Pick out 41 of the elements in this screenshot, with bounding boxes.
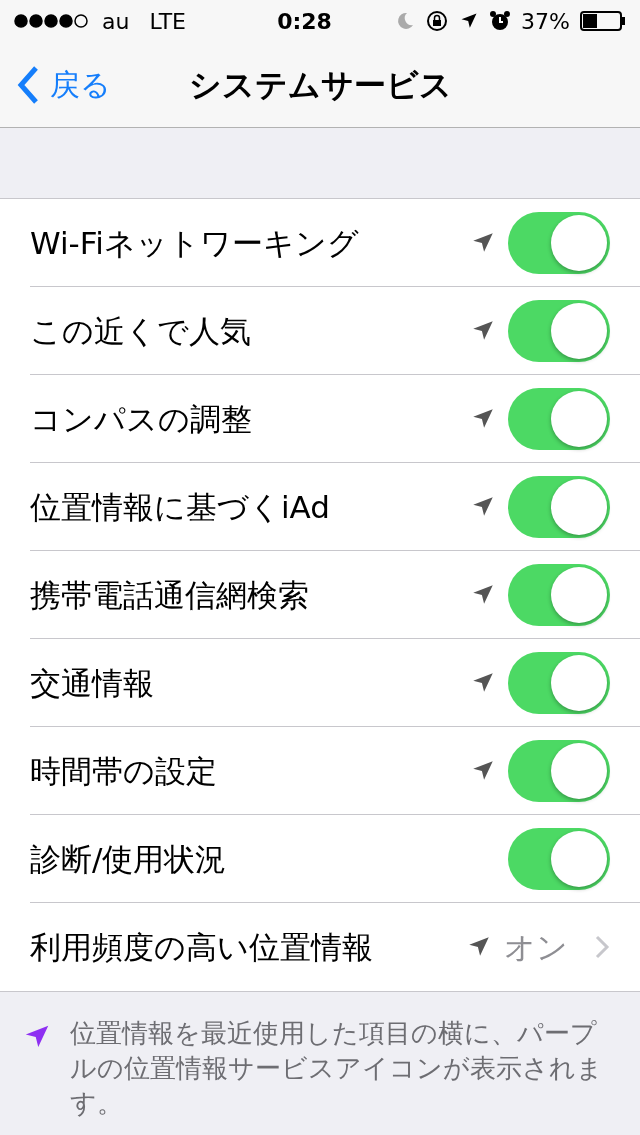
- row-label: この近くで人気: [30, 311, 252, 351]
- settings-row[interactable]: 位置情報に基づくiAd: [0, 463, 640, 551]
- signal-icon: [14, 14, 90, 28]
- back-button[interactable]: 戻る: [0, 62, 111, 107]
- toggle-switch[interactable]: [508, 740, 610, 802]
- toggle-switch[interactable]: [508, 828, 610, 890]
- settings-row[interactable]: 診断/使用状況: [0, 815, 640, 903]
- time-text: 0:28: [276, 7, 333, 36]
- footer-note: 位置情報を最近使用した項目の横に、パープルの位置情報サービスアイコンが表示されます。: [70, 1017, 604, 1120]
- settings-row[interactable]: 携帯電話通信網検索: [0, 551, 640, 639]
- row-label: Wi-Fiネットワーキング: [30, 223, 360, 263]
- row-label: 診断/使用状況: [30, 839, 228, 879]
- settings-row[interactable]: Wi-Fiネットワーキング: [0, 199, 640, 287]
- row-label: 利用頻度の高い位置情報: [30, 927, 374, 967]
- alarm-icon: [489, 10, 512, 32]
- toggle-switch[interactable]: [508, 212, 610, 274]
- battery-icon: [580, 10, 626, 32]
- row-value: オン: [504, 927, 568, 967]
- settings-row[interactable]: コンパスの調整: [0, 375, 640, 463]
- settings-row[interactable]: 時間帯の設定: [0, 727, 640, 815]
- toggle-switch[interactable]: [508, 300, 610, 362]
- toggle-switch[interactable]: [508, 652, 610, 714]
- settings-row[interactable]: 利用頻度の高い位置情報 オン: [0, 903, 640, 991]
- toggle-switch[interactable]: [508, 476, 610, 538]
- network-text: LTE: [149, 7, 186, 36]
- rotation-lock-icon: [425, 9, 450, 33]
- carrier-text: au: [102, 7, 130, 36]
- chevron-right-icon: [594, 934, 610, 960]
- chevron-left-icon: [16, 64, 40, 105]
- toggle-switch[interactable]: [508, 388, 610, 450]
- row-label: コンパスの調整: [30, 399, 253, 439]
- row-label: 時間帯の設定: [30, 751, 218, 791]
- row-label: 位置情報に基づくiAd: [30, 487, 331, 527]
- toggle-switch[interactable]: [508, 564, 610, 626]
- battery-text: 37%: [521, 7, 570, 36]
- row-label: 交通情報: [30, 663, 155, 703]
- page-title: システムサービス: [188, 64, 452, 106]
- settings-row[interactable]: この近くで人気: [0, 287, 640, 375]
- settings-row[interactable]: 交通情報: [0, 639, 640, 727]
- row-label: 携帯電話通信網検索: [30, 575, 310, 615]
- moon-icon: [395, 11, 416, 31]
